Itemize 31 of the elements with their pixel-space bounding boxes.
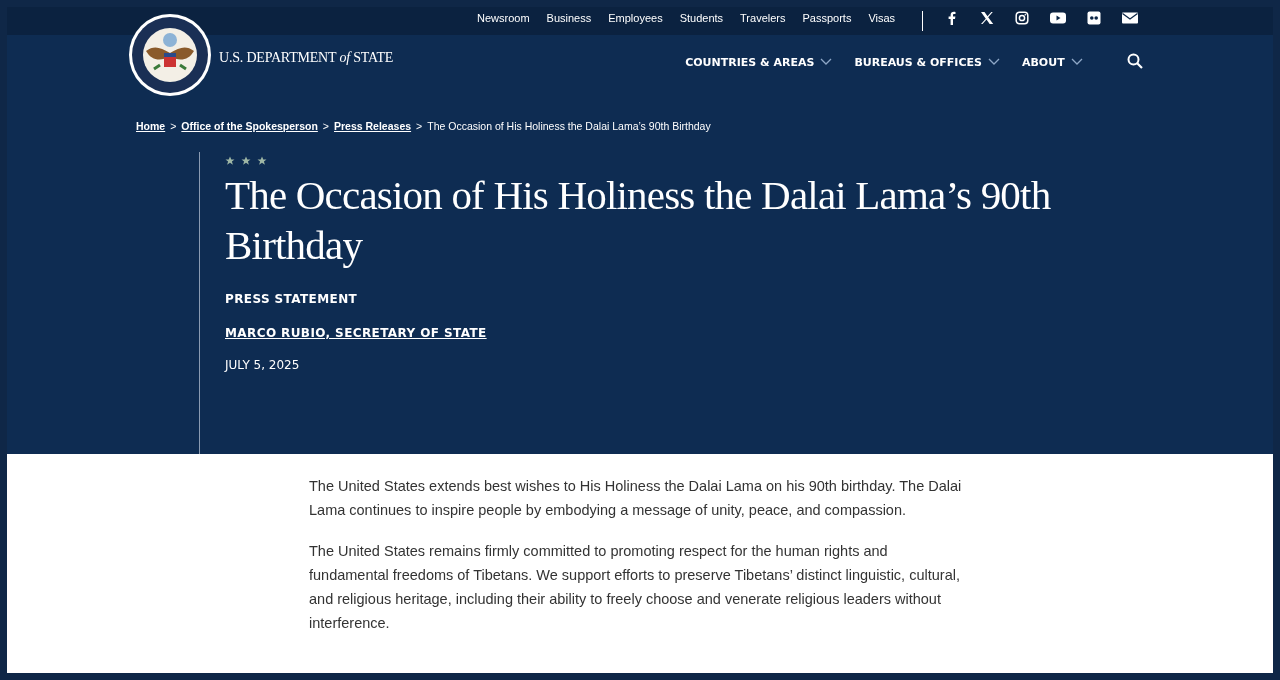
x-icon[interactable]: [980, 11, 995, 25]
article-paragraph: The United States extends best wishes to His Holiness the Dalai Lama on his 90th birthday. The Dalai Lama continues to inspire people by embodying a message of unity, peace, and compassion.: [309, 477, 963, 520]
utility-link[interactable]: Employees: [608, 12, 663, 24]
breadcrumb-link[interactable]: Press Releases: [334, 120, 412, 132]
nav-menu-item[interactable]: BUREAUS & OFFICES: [854, 55, 1000, 69]
seal-logo-icon[interactable]: [128, 13, 212, 97]
breadcrumb-separator: >: [322, 120, 329, 132]
article-title: The Occasion of His Holiness the Dalai Lama’s 90th Birthday: [225, 171, 1052, 270]
instagram-icon[interactable]: [1015, 11, 1030, 25]
envelope-icon[interactable]: [1122, 12, 1139, 24]
search-icon[interactable]: [1126, 53, 1143, 69]
nav-menu-item[interactable]: COUNTRIES & AREAS: [685, 55, 833, 69]
breadcrumb-separator: >: [170, 120, 177, 132]
nav-menu-item[interactable]: ABOUT: [1021, 55, 1083, 69]
utility-link[interactable]: Visas: [868, 12, 896, 24]
utility-link[interactable]: Business: [546, 12, 592, 24]
article-paragraph: The United States remains firmly committed to promoting respect for the human rights and fundamental freedoms of Tibetans. We support efforts to preserve Tibetans’ distinct linguistic, cultural, and religious heritage, including their ability to freely choose and venerate religious leaders without interference.: [309, 542, 961, 633]
article-date: JULY 5, 2025: [225, 358, 300, 372]
breadcrumb-link[interactable]: Office of the Spokesperson: [181, 120, 318, 132]
breadcrumb-separator: >: [416, 120, 423, 132]
author-link[interactable]: MARCO RUBIO, SECRETARY OF STATE: [225, 326, 487, 340]
breadcrumb-link[interactable]: Home: [136, 120, 166, 132]
youtube-icon[interactable]: [1050, 12, 1067, 24]
utility-link[interactable]: Newsroom: [477, 12, 530, 24]
site-logo-text[interactable]: U.S. DEPARTMENT of STATE: [219, 50, 394, 66]
utility-link[interactable]: Travelers: [740, 12, 786, 24]
utility-link[interactable]: Passports: [802, 12, 852, 24]
utility-link[interactable]: Students: [679, 12, 724, 24]
breadcrumb-current: The Occasion of His Holiness the Dalai Lama’s 90th Birthday: [427, 120, 711, 132]
flickr-icon[interactable]: [1087, 11, 1102, 25]
article-type: PRESS STATEMENT: [225, 292, 358, 306]
